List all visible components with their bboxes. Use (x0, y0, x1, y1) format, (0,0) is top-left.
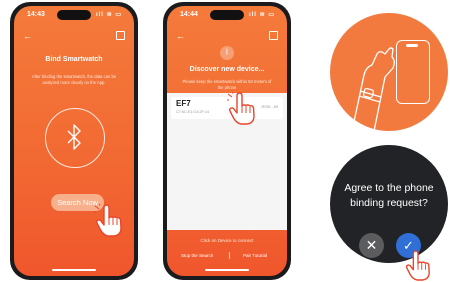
dynamic-island (57, 10, 91, 20)
status-time: 14:43 (27, 11, 45, 18)
phone-bind-screen: 14:43 ıll ≋ ▭ ← Bind Smartwatch After bi… (10, 2, 138, 280)
page-subtitle: After binding the smartwatch, the data c… (31, 74, 117, 85)
phone-screen: 14:43 ıll ≋ ▭ ← Bind Smartwatch After bi… (14, 6, 134, 276)
page-title: Bind Smartwatch (45, 56, 103, 63)
bluetooth-icon (67, 124, 81, 150)
stop-search-button[interactable]: Stop the Search (181, 253, 213, 258)
page-subtitle: Please keep the smartwatch within 50 met… (182, 79, 272, 90)
phone-discover-screen: 14:44 ıll ≋ ▭ ← ᛒ Discover new device...… (163, 2, 291, 280)
scan-icon[interactable] (269, 31, 278, 40)
close-icon: ✕ (365, 237, 378, 253)
bluetooth-ring (45, 108, 105, 168)
home-indicator (52, 269, 96, 271)
page-title: Discover new device... (189, 66, 265, 73)
scan-icon[interactable] (116, 31, 125, 40)
dynamic-island (210, 10, 244, 20)
status-icons: ıll ≋ ▭ (95, 12, 122, 18)
phone-outline-notch (406, 44, 418, 47)
connect-hint: Click on Device to connect (200, 238, 254, 243)
pair-tutorial-button[interactable]: Pair Tutorial (243, 253, 267, 258)
status-time: 14:44 (180, 11, 198, 18)
status-bar: 14:43 ıll ≋ ▭ (14, 6, 134, 20)
searching-bluetooth-icon: ᛒ (220, 46, 234, 60)
device-mac: C7:6C:E1:C4:2F:14 (176, 110, 210, 114)
back-arrow-icon[interactable]: ← (176, 31, 185, 41)
status-icons: ıll ≋ ▭ (248, 12, 275, 18)
cancel-button[interactable]: ✕ (359, 233, 384, 258)
device-signal: RSSI: -69 (261, 105, 278, 109)
home-indicator (205, 269, 249, 271)
divider (229, 252, 230, 259)
wrist-watch-icon (351, 47, 395, 131)
watch-binding-prompt: Agree to the phone binding request? ✕ ✓ (330, 145, 448, 263)
back-arrow-icon[interactable]: ← (23, 31, 32, 41)
device-name: EF7 (176, 99, 191, 108)
wrist-phone-illustration (330, 13, 448, 131)
binding-question: Agree to the phone binding request? (344, 182, 434, 209)
status-bar: 14:44 ıll ≋ ▭ (167, 6, 287, 20)
hand-pointer-icon (227, 92, 255, 125)
phone-screen: 14:44 ıll ≋ ▭ ← ᛒ Discover new device...… (167, 6, 287, 276)
phone-outline-icon (396, 40, 430, 104)
hand-pointer-icon (94, 204, 122, 237)
hand-pointer-icon (405, 250, 430, 281)
